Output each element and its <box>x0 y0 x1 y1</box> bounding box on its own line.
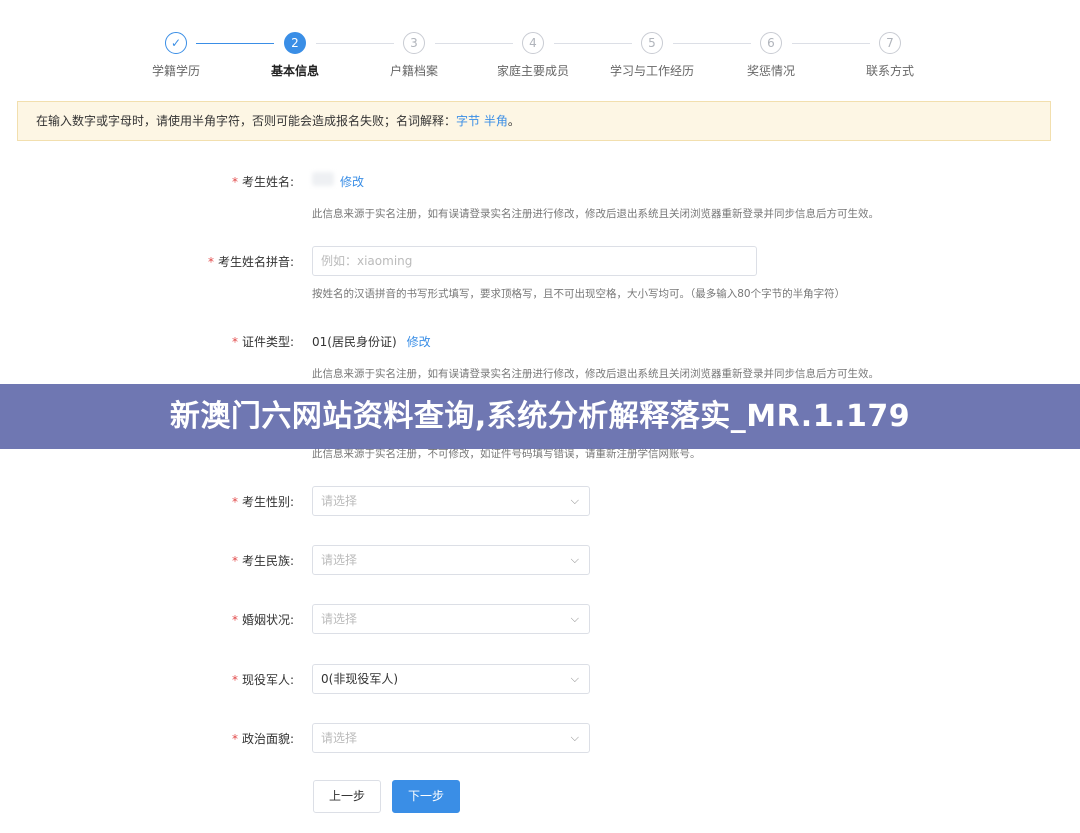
step-1[interactable]: ✓ 学籍学历 <box>116 32 236 79</box>
political-select[interactable]: 请选择 ⌵ <box>312 723 590 753</box>
marital-label: * 婚姻状况: <box>231 613 294 627</box>
step-number: 7 <box>879 32 901 54</box>
name-value: 修改 <box>330 173 364 190</box>
step-number: 4 <box>522 32 544 54</box>
step-label: 奖惩情况 <box>746 64 795 78</box>
step-label: 学习与工作经历 <box>609 64 694 78</box>
check-icon: ✓ <box>165 32 187 54</box>
pinyin-input[interactable]: 例如：xiaoming <box>312 246 757 276</box>
step-number: 2 <box>284 32 306 54</box>
pinyin-label: * 考生姓名拼音: <box>207 255 294 269</box>
marital-select[interactable]: 请选择 ⌵ <box>312 604 590 634</box>
step-label: 家庭主要成员 <box>496 64 569 78</box>
prev-step-button[interactable]: 上一步 <box>313 780 381 813</box>
military-select[interactable]: 0(非现役军人) ⌵ <box>312 664 590 694</box>
political-label: * 政治面貌: <box>231 732 294 746</box>
name-label: * 考生姓名: <box>231 175 294 189</box>
chevron-down-icon: ⌵ <box>570 494 579 507</box>
chevron-down-icon: ⌵ <box>570 612 579 625</box>
step-4[interactable]: 4 家庭主要成员 <box>473 32 593 79</box>
overlay-title-banner: 新澳门六网站资料查询,系统分析解释落实_MR.1.179 <box>0 384 1080 449</box>
ethnic-label: * 考生民族: <box>231 554 294 568</box>
step-label: 学籍学历 <box>151 64 200 78</box>
notice-text: 在输入数字或字母时，请使用半角字符，否则可能会造成报名失败；名词解释： <box>36 114 457 128</box>
idtype-value: 01(居民身份证) 修改 <box>312 335 431 349</box>
name-hint: 此信息来源于实名注册，如有误请登录实名注册进行修改，修改后退出系统且关闭浏览器重… <box>312 208 879 220</box>
chevron-down-icon: ⌵ <box>570 553 579 566</box>
step-3[interactable]: 3 户籍档案 <box>354 32 474 79</box>
chevron-down-icon: ⌵ <box>570 672 579 685</box>
gender-select[interactable]: 请选择 ⌵ <box>312 486 590 516</box>
step-label: 户籍档案 <box>389 64 438 78</box>
progress-steps: ✓ 学籍学历 2 基本信息 3 户籍档案 4 家庭主要成员 5 学习与工作经历 … <box>0 0 1080 90</box>
step-7[interactable]: 7 联系方式 <box>830 32 950 79</box>
step-5[interactable]: 5 学习与工作经历 <box>592 32 712 79</box>
idtype-label: * 证件类型: <box>231 335 294 349</box>
step-6[interactable]: 6 奖惩情况 <box>711 32 831 79</box>
notice-end: 。 <box>507 114 520 128</box>
edit-idtype-link[interactable]: 修改 <box>407 335 431 349</box>
step-2[interactable]: 2 基本信息 <box>235 32 355 79</box>
step-label: 联系方式 <box>865 64 914 78</box>
pinyin-hint: 按姓名的汉语拼音的书写形式填写，要求顶格写，且不可出现空格，大小写均可。（最多输… <box>312 288 846 300</box>
idtype-hint: 此信息来源于实名注册，如有误请登录实名注册进行修改，修改后退出系统且关闭浏览器重… <box>312 368 879 380</box>
step-number: 5 <box>641 32 663 54</box>
chevron-down-icon: ⌵ <box>570 731 579 744</box>
ethnic-select[interactable]: 请选择 ⌵ <box>312 545 590 575</box>
step-number: 6 <box>760 32 782 54</box>
notice-link[interactable]: 字节 半角 <box>456 114 508 128</box>
military-label: * 现役军人: <box>231 673 294 687</box>
gender-label: * 考生性别: <box>231 495 294 509</box>
notice-banner: 在输入数字或字母时，请使用半角字符，否则可能会造成报名失败；名词解释：字节 半角… <box>17 101 1051 141</box>
next-step-button[interactable]: 下一步 <box>392 780 460 813</box>
edit-name-link[interactable]: 修改 <box>340 175 364 189</box>
step-number: 3 <box>403 32 425 54</box>
step-label: 基本信息 <box>270 64 319 78</box>
